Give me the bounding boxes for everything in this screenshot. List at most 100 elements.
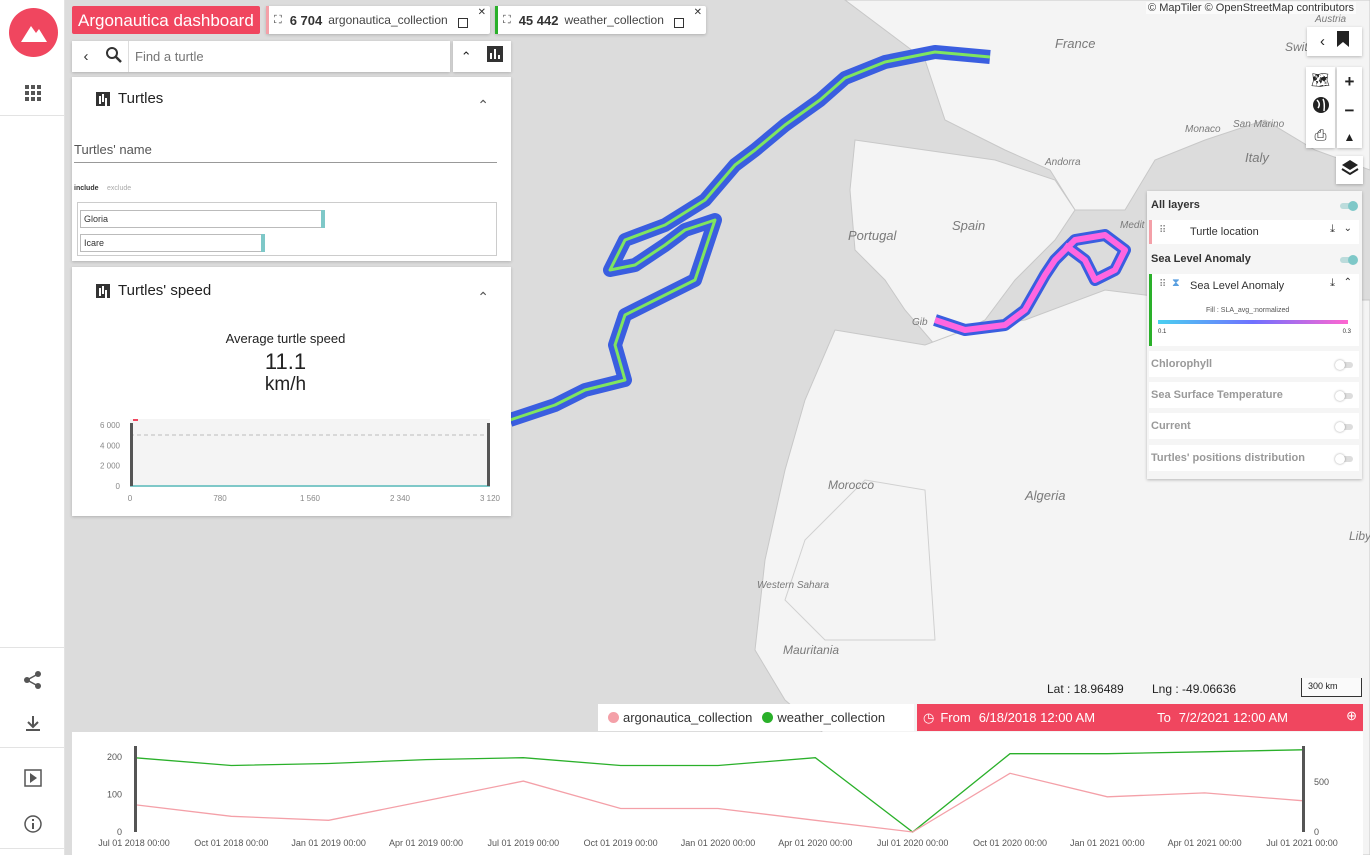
layer-row-positions[interactable]: Turtles' positions distribution [1149,445,1359,471]
layer-row-current[interactable]: Current [1149,413,1359,439]
avg-speed-title: Average turtle speed [225,331,346,346]
timeline-chart[interactable]: Jul 01 2018 00:00 Oct 01 2018 00:00 Jan 01… [72,732,1363,855]
apps-grid-icon[interactable] [20,80,46,106]
avg-speed-unit: km/h [264,374,307,395]
y-tick-label: 100 [107,790,122,800]
layer-label: Sea Level Anomaly [1190,280,1285,292]
left-rail [0,0,65,855]
list-item[interactable]: Gloria [80,210,325,228]
share-icon[interactable] [20,667,46,693]
map-label-libya: Libya [1349,529,1370,543]
download-icon[interactable] [20,711,46,737]
clock-icon: ◷ [923,709,935,725]
widget-buttons: ⌃ [453,41,511,72]
lat-readout: Lat : 18.96489 [1047,682,1124,696]
bar-chart-icon[interactable] [487,46,504,67]
screenshot-icon[interactable]: ⎙ [1314,127,1326,144]
drag-handle-icon[interactable]: ⠿ [1159,225,1166,236]
app-title: Argonautica dashboard [72,6,260,34]
layer-toggle[interactable] [1335,391,1353,401]
map-label-spain: Spain [952,218,986,233]
x-tick-label: 1 560 [300,494,321,503]
layer-label: Turtle location [1190,226,1259,238]
close-icon[interactable]: ✕ [478,7,486,18]
sla-group-toggle[interactable] [1340,255,1358,265]
layer-label: Turtles' positions distribution [1151,452,1305,464]
layer-row-turtle-location[interactable]: ⠿ Turtle location ⤓ ⌄ [1149,220,1359,244]
layer-toggle[interactable] [1335,454,1353,464]
play-icon[interactable] [20,765,46,791]
close-icon[interactable]: ✕ [694,7,702,18]
map-settings-icon[interactable]: 🗺 [1311,71,1330,89]
collapse-chevron-icon[interactable]: ⌃ [477,289,489,306]
scale-bar: 300 km [1301,678,1362,697]
collection-chip-weather[interactable]: ⛶ 45 442 weather_collection ✕ [495,6,706,34]
to-value[interactable]: 7/2/2021 12:00 AM [1179,710,1288,725]
search-bar: ‹ [72,41,450,72]
legend-argonautica[interactable]: argonautica_collection [623,710,752,725]
timeline-legend: argonautica_collection weather_collectio… [598,704,914,731]
info-icon[interactable] [20,811,46,837]
drag-handle-icon[interactable]: ⠿ [1159,279,1166,290]
turtles-name-field[interactable]: Turtles' name [74,142,152,157]
focus-icon[interactable]: ⛶ [274,14,282,27]
from-label: From [940,710,971,725]
map-attribution[interactable]: © MapTiler © OpenStreetMap contributors [1146,2,1356,14]
map-label-portugal: Portugal [848,228,897,243]
list-item[interactable]: Icare [80,234,265,252]
x-tick-label: 3 120 [480,494,501,503]
chart-plot-area [130,419,490,486]
map-label-mauritania: Mauritania [783,643,840,657]
app-logo-icon[interactable] [9,8,58,57]
back-chevron-icon[interactable]: ‹ [72,48,100,65]
globe-icon[interactable]: ⊕ [1346,708,1357,724]
x-tick-label: Oct 01 2019 00:00 [584,838,658,848]
include-toggle[interactable]: include [74,185,99,192]
layer-toggle[interactable] [1335,360,1353,370]
all-layers-toggle[interactable] [1340,201,1358,211]
legend-weather[interactable]: weather_collection [777,710,885,725]
x-tick-label: 2 340 [390,494,411,503]
y-tick-label: 200 [107,752,122,762]
x-tick-label: Jan 01 2020 00:00 [681,838,756,848]
exclude-toggle[interactable]: exclude [107,185,131,192]
layer-row-chlorophyll[interactable]: Chlorophyll [1149,351,1359,377]
x-tick-label: Jan 01 2019 00:00 [291,838,366,848]
chevron-up-icon[interactable]: ⌃ [1344,277,1352,288]
map-tools: 🗺 ⎙ [1306,67,1335,148]
zoom-in-icon[interactable]: + [1345,72,1355,92]
zoom-out-icon[interactable]: − [1345,101,1355,121]
layer-row-sla[interactable]: ⠿ ⧗ Sea Level Anomaly ⤓ ⌃ Fill : SLA_avg… [1149,274,1359,346]
download-icon[interactable]: ⤓ [1330,223,1335,236]
collection-chip-argonautica[interactable]: ⛶ 6 704 argonautica_collection ✕ [266,6,490,34]
select-extent-icon[interactable] [673,18,684,28]
download-icon[interactable]: ⤓ [1330,277,1335,290]
lng-readout: Lng : -49.06636 [1152,682,1237,696]
layer-row-sst[interactable]: Sea Surface Temperature [1149,382,1359,408]
series-line-argonautica_collection [133,772,1303,833]
x-tick-label: Jul 01 2019 00:00 [488,838,560,848]
chevron-down-icon[interactable]: ⌄ [1344,223,1352,234]
date-range-bar[interactable]: ◷ From 6/18/2018 12:00 AM To 7/2/2021 12… [917,704,1363,731]
chevron-up-icon[interactable]: ⌃ [461,49,472,65]
panel-header: Turtles [96,90,163,107]
compass-icon[interactable]: ▲ [1344,130,1356,144]
bookmark-icon[interactable] [1337,31,1349,52]
speed-histogram[interactable]: 6 000 4 000 2 000 00 780 1 560 2 340 3 120 [72,413,511,513]
focus-icon[interactable]: ⛶ [503,14,511,27]
select-extent-icon[interactable] [457,18,468,28]
from-value[interactable]: 6/18/2018 12:00 AM [979,710,1095,725]
all-layers-label: All layers [1151,199,1200,211]
chevron-left-icon[interactable]: ‹ [1320,33,1325,50]
x-tick-label: Jul 01 2020 00:00 [877,838,949,848]
x-tick-label: Apr 01 2020 00:00 [778,838,852,848]
search-input[interactable] [128,41,450,72]
collapse-chevron-icon[interactable]: ⌃ [477,97,489,114]
map-label-western-sahara: Western Sahara [757,580,830,591]
layers-button[interactable] [1336,156,1363,184]
globe-icon[interactable] [1312,96,1330,119]
search-icon[interactable] [100,46,128,67]
layer-label: Chlorophyll [1151,358,1213,370]
bar-chart-icon [96,283,110,298]
layer-toggle[interactable] [1335,422,1353,432]
